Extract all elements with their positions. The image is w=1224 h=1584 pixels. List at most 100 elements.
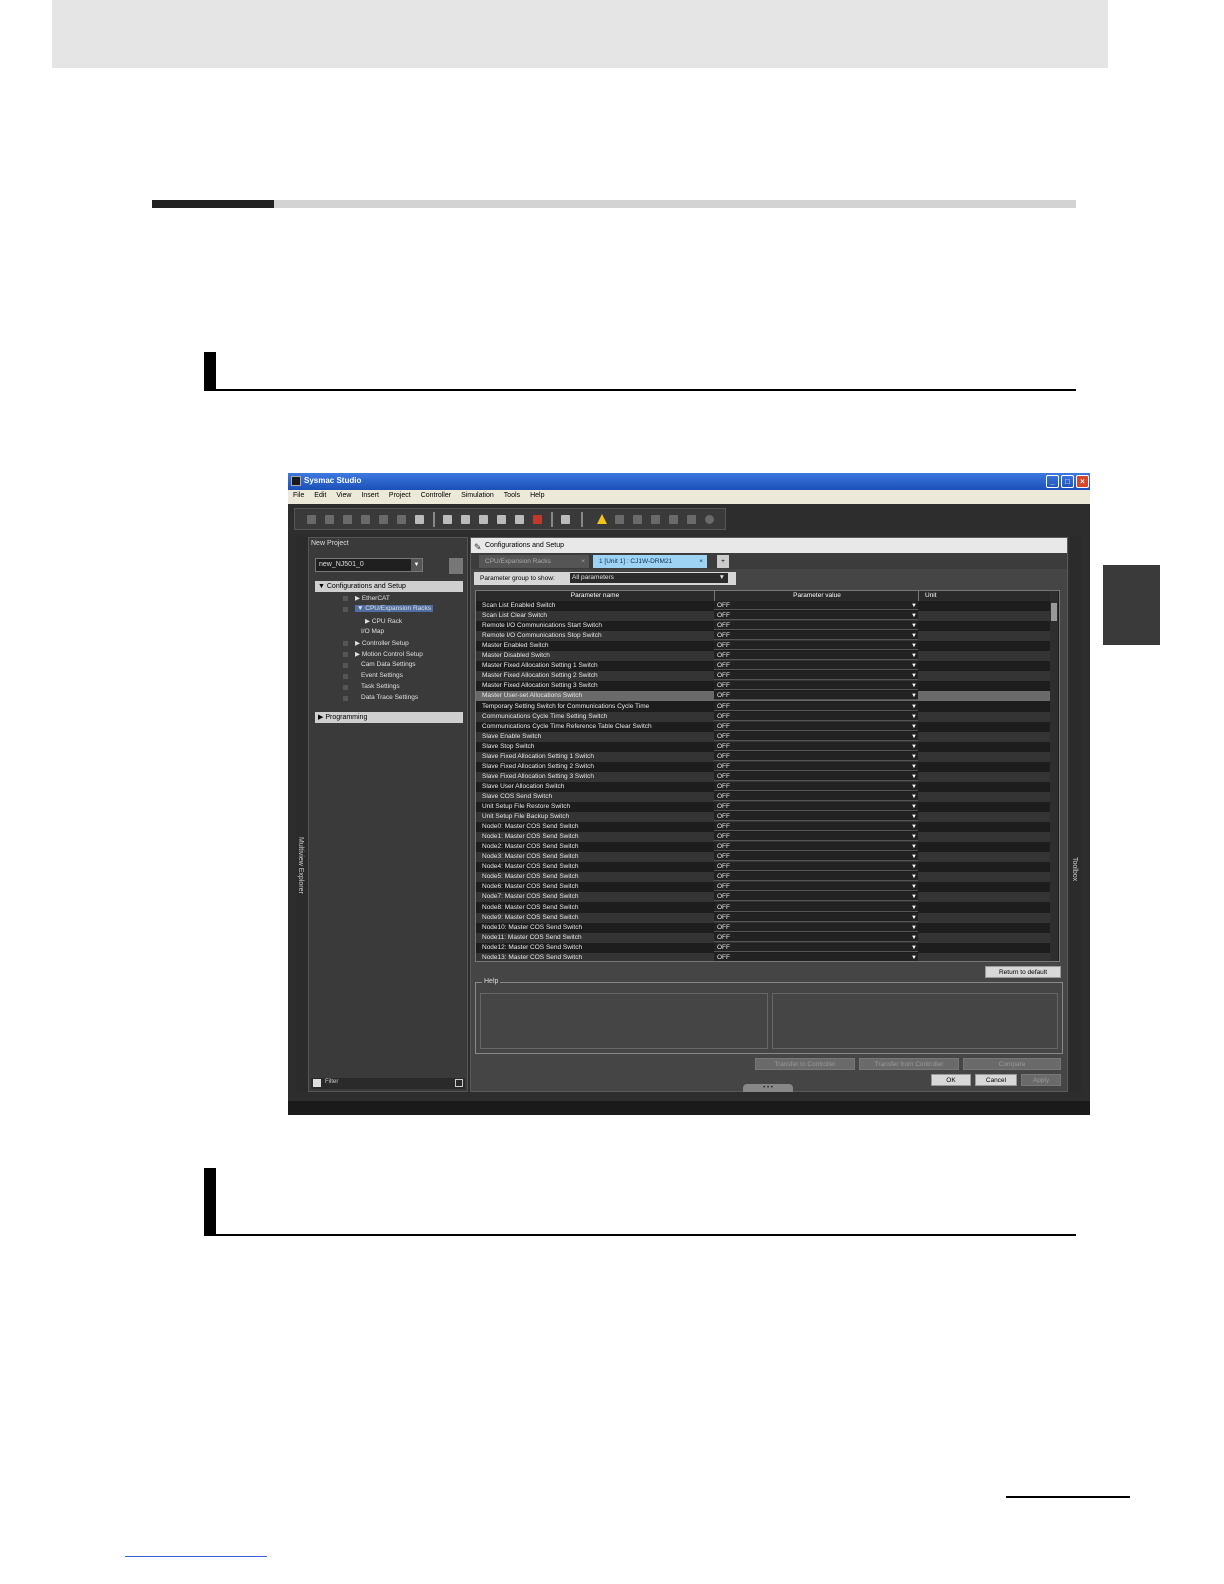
tree-item-controller-setup[interactable]: ▶ Controller Setup [355,639,409,647]
chevron-down-icon[interactable]: ▼ [911,671,917,681]
chevron-down-icon[interactable]: ▼ [911,892,917,902]
parameter-value-select[interactable]: OFF ▼ [714,611,918,621]
table-row[interactable]: Node10: Master COS Send Switch OFF ▼ [476,922,1050,933]
multiview-explorer-strip[interactable]: Multiview Explorer [296,537,308,1092]
chevron-down-icon[interactable]: ▼ [411,559,422,571]
parameter-value-select[interactable]: OFF ▼ [714,852,918,862]
parameter-value-select[interactable]: OFF ▼ [714,791,918,801]
parameter-value-select[interactable]: OFF ▼ [714,781,918,792]
chevron-down-icon[interactable]: ▼ [911,712,917,722]
close-icon[interactable]: × [1076,475,1089,488]
parameter-value-select[interactable]: OFF ▼ [714,912,918,923]
table-row[interactable]: Slave User Allocation Switch OFF ▼ [476,781,1050,792]
menu-help[interactable]: Help [525,490,549,504]
chevron-down-icon[interactable]: ▼ [911,832,917,842]
ok-button[interactable]: OK [931,1074,971,1086]
chevron-down-icon[interactable]: ▼ [911,681,917,691]
toolbox-strip[interactable]: Toolbox [1070,537,1082,1092]
chevron-down-icon[interactable]: ▼ [911,913,917,923]
filter-toggle-icon[interactable] [455,1079,463,1087]
table-row[interactable]: Master Fixed Allocation Setting 1 Switch… [476,661,1050,671]
table-row[interactable]: Node6: Master COS Send Switch OFF ▼ [476,882,1050,892]
table-row[interactable]: Unit Setup File Restore Switch OFF ▼ [476,802,1050,812]
device-select[interactable]: new_NJ501_0 ▼ [315,558,423,572]
minimize-icon[interactable]: _ [1046,475,1059,488]
chevron-down-icon[interactable]: ▼ [911,722,917,732]
table-row[interactable]: Slave Fixed Allocation Setting 2 Switch O… [476,761,1050,772]
chevron-down-icon[interactable]: ▼ [911,862,917,872]
parameter-value-select[interactable]: OFF ▼ [714,932,918,942]
toolbar-icon[interactable] [343,515,352,524]
table-row[interactable]: Slave COS Send Switch OFF ▼ [476,791,1050,802]
stop-icon[interactable] [533,515,542,524]
panel-resize-grip[interactable]: • • • [743,1084,793,1092]
table-row[interactable]: Unit Setup File Backup Switch OFF ▼ [476,812,1050,823]
table-row[interactable]: Node13: Master COS Send Switch OFF ▼ [476,952,1050,961]
table-row[interactable]: Node4: Master COS Send Switch OFF ▼ [476,862,1050,872]
table-row[interactable]: Scan List Clear Switch OFF ▼ [476,611,1050,622]
chevron-down-icon[interactable]: ▼ [911,772,917,782]
parameter-value-select[interactable]: OFF ▼ [714,882,918,892]
parameter-value-select[interactable]: OFF ▼ [714,862,918,872]
chevron-down-icon[interactable]: ▼ [911,872,917,882]
scrollbar-thumb[interactable] [1051,603,1057,621]
column-header-unit[interactable]: Unit [918,591,1050,601]
chevron-down-icon[interactable]: ▼ [911,661,917,671]
chevron-down-icon[interactable]: ▼ [911,943,917,953]
return-to-default-button[interactable]: Return to default [985,966,1061,978]
parameter-value-select[interactable]: OFF ▼ [714,942,918,953]
table-row[interactable]: Master Disabled Switch OFF ▼ [476,651,1050,662]
table-row[interactable]: Master User-set Allocations Switch OFF ▼ [476,691,1050,702]
tree-item-cpu-rack[interactable]: ▶ CPU Rack [365,617,402,625]
menu-edit[interactable]: Edit [309,490,331,504]
toolbar-icon[interactable] [705,515,714,524]
parameter-value-select[interactable]: OFF ▼ [714,832,918,842]
table-row[interactable]: Node0: Master COS Send Switch OFF ▼ [476,822,1050,832]
column-header-parameter-name[interactable]: Parameter name [476,591,714,601]
toolbar-icon[interactable] [615,515,624,524]
table-row[interactable]: Slave Stop Switch OFF ▼ [476,741,1050,752]
chevron-down-icon[interactable]: ▼ [911,762,917,772]
compare-button[interactable]: Compare [963,1058,1061,1070]
chevron-down-icon[interactable]: ▼ [911,802,917,812]
apply-button[interactable]: Apply [1021,1074,1061,1086]
parameter-value-select[interactable]: OFF ▼ [714,761,918,772]
tree-item-cpu-expansion-racks[interactable]: ▼ CPU/Expansion Racks [355,605,433,612]
table-row[interactable]: Node12: Master COS Send Switch OFF ▼ [476,942,1050,953]
chevron-down-icon[interactable]: ▼ [911,882,917,892]
toolbar-icon[interactable] [307,515,316,524]
table-row[interactable]: Communications Cycle Time Reference Tabl… [476,721,1050,732]
table-row[interactable]: Node1: Master COS Send Switch OFF ▼ [476,832,1050,843]
table-row[interactable]: Temporary Setting Switch for Communicati… [476,701,1050,712]
chevron-down-icon[interactable]: ▼ [911,852,917,862]
parameter-value-select[interactable]: OFF ▼ [714,751,918,761]
search-icon[interactable] [515,515,524,524]
table-row[interactable]: Master Enabled Switch OFF ▼ [476,641,1050,651]
chevron-down-icon[interactable]: ▼ [911,631,917,641]
undo-icon[interactable] [379,515,388,524]
chevron-down-icon[interactable]: ▼ [911,923,917,933]
parameter-value-select[interactable]: OFF ▼ [714,731,918,741]
chevron-down-icon[interactable]: ▼ [911,812,917,822]
chevron-down-icon[interactable]: ▼ [911,782,917,792]
tree-item-ethercat[interactable]: ▶ EtherCAT [355,594,390,602]
parameter-value-select[interactable]: OFF ▼ [714,721,918,732]
tree-item-event-settings[interactable]: Event Settings [361,672,403,679]
chevron-down-icon[interactable]: ▼ [911,953,917,961]
parameter-value-select[interactable]: OFF ▼ [714,631,918,641]
cancel-button[interactable]: Cancel [975,1074,1017,1086]
tree-item-cam-data-settings[interactable]: Cam Data Settings [361,661,416,668]
parameter-value-select[interactable]: OFF ▼ [714,661,918,671]
parameter-value-select[interactable]: OFF ▼ [714,771,918,782]
toolbar-icon[interactable] [461,515,470,524]
chevron-down-icon[interactable]: ▼ [911,611,917,621]
programming-header[interactable]: ▶ Programming [315,712,463,723]
table-row[interactable]: Scan List Enabled Switch OFF ▼ [476,601,1050,611]
table-row[interactable]: Slave Enable Switch OFF ▼ [476,731,1050,742]
tree-item-data-trace-settings[interactable]: Data Trace Settings [361,694,418,701]
parameter-value-select[interactable]: OFF ▼ [714,892,918,902]
menu-file[interactable]: File [288,490,309,504]
close-icon[interactable]: × [699,555,703,568]
parameter-value-select[interactable]: OFF ▼ [714,842,918,852]
tab-cpu-expansion-racks[interactable]: CPU/Expansion Racks × [479,555,589,568]
